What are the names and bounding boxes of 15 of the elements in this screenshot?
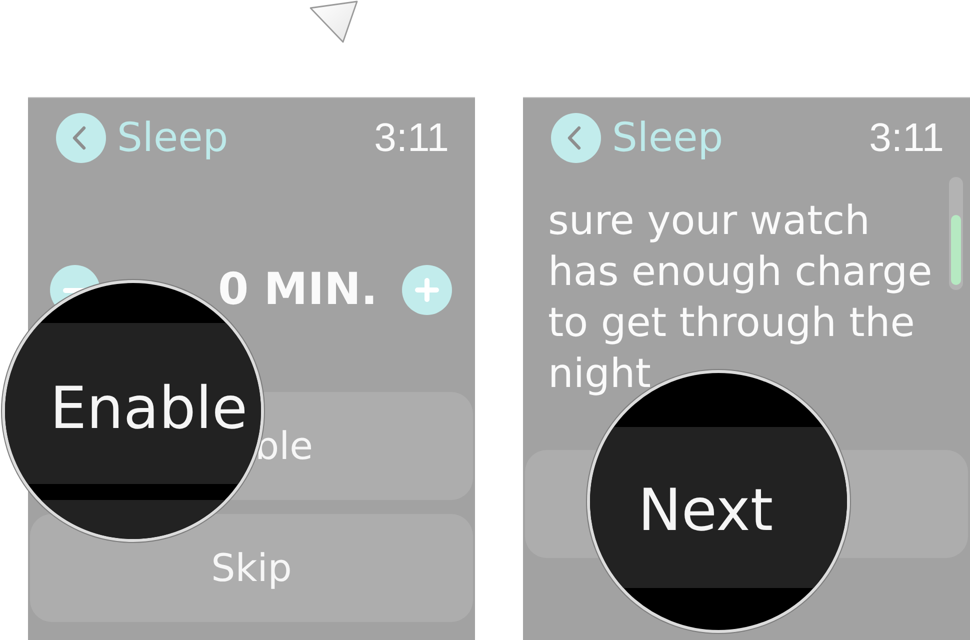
plus-button[interactable]: [402, 265, 452, 315]
screen-title: Sleep: [612, 115, 724, 161]
clock-time: 3:11: [374, 115, 449, 161]
back-button[interactable]: [551, 113, 601, 163]
message-text: sure your watch has enough charge to get through the night: [548, 197, 934, 399]
plus-icon: [415, 278, 439, 302]
chevron-left-icon: [567, 126, 581, 150]
chevron-left-icon: [72, 126, 86, 150]
screen-title: Sleep: [117, 115, 228, 161]
scrollbar-thumb[interactable]: [951, 215, 961, 285]
clock-time: 3:11: [869, 115, 944, 161]
triangle-icon: [309, 0, 359, 44]
back-button[interactable]: [56, 113, 106, 163]
duration-value: 0 MIN.: [218, 265, 378, 315]
magnified-button[interactable]: Next: [590, 427, 847, 588]
